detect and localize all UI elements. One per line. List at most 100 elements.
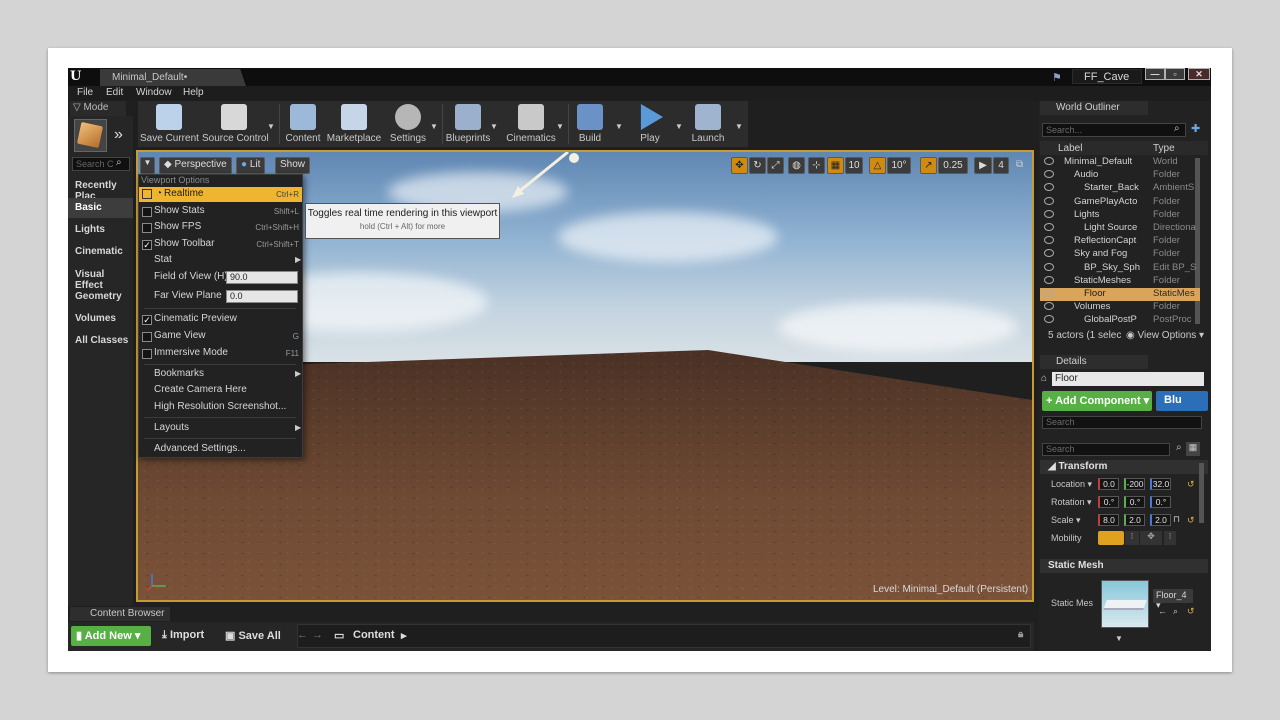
settings-dropdown-icon[interactable]: ▼ xyxy=(430,122,438,131)
mode-category-recent[interactable]: Recently Plac xyxy=(68,176,133,202)
hires-screenshot-option[interactable]: High Resolution Screenshot... xyxy=(139,400,302,415)
surface-snap-icon[interactable]: ⊹ xyxy=(808,157,825,174)
realtime-checkbox[interactable] xyxy=(142,189,152,199)
details-scrollbar[interactable] xyxy=(1199,463,1204,523)
play-button[interactable]: Play xyxy=(632,102,668,146)
scale-snap-icon[interactable]: ↗ xyxy=(920,157,937,174)
build-button[interactable]: Build xyxy=(571,102,609,146)
content-button[interactable]: Content xyxy=(282,102,324,146)
scale-y-field[interactable]: 2.0 xyxy=(1124,514,1145,526)
document-tab[interactable]: Minimal_Default• xyxy=(100,69,246,86)
type-column-header[interactable]: Type xyxy=(1153,143,1175,154)
rotation-y-field[interactable]: 0.° xyxy=(1124,496,1145,508)
outliner-row[interactable]: StaticMeshes Folder xyxy=(1040,275,1200,288)
viewport-options-button[interactable]: ▼ xyxy=(140,157,155,174)
save-all-button[interactable]: ▣ Save All xyxy=(225,629,281,642)
back-arrow-icon[interactable]: ← xyxy=(297,629,308,641)
visibility-eye-icon[interactable] xyxy=(1044,170,1054,179)
location-z-field[interactable]: 32.0 xyxy=(1150,478,1171,490)
outliner-row[interactable]: Floor StaticMes xyxy=(1040,288,1200,301)
mobility-movable-button[interactable]: ✥ xyxy=(1140,531,1162,545)
mode-category-lights[interactable]: Lights xyxy=(68,220,133,240)
more-modes-icon[interactable]: » xyxy=(114,126,123,144)
visibility-eye-icon[interactable] xyxy=(1044,209,1054,218)
bookmarks-submenu[interactable]: Bookmarks xyxy=(139,367,302,382)
create-camera-option[interactable]: Create Camera Here xyxy=(139,383,302,398)
mobility-static-button[interactable] xyxy=(1098,531,1124,545)
create-folder-icon[interactable]: ✚ xyxy=(1191,122,1200,135)
rotation-x-field[interactable]: 0.° xyxy=(1098,496,1119,508)
game-view-checkbox[interactable] xyxy=(142,332,152,342)
visibility-eye-icon[interactable] xyxy=(1044,183,1054,192)
reset-location-icon[interactable]: ↺ xyxy=(1187,479,1195,490)
visibility-eye-icon[interactable] xyxy=(1044,157,1054,165)
show-button[interactable]: Show xyxy=(275,157,311,174)
visibility-eye-icon[interactable] xyxy=(1044,236,1054,245)
mobility-more-button[interactable]: ⁝ xyxy=(1164,531,1176,545)
world-outliner-tab[interactable]: World Outliner xyxy=(1040,101,1148,115)
details-search-input[interactable]: Search xyxy=(1042,443,1170,456)
add-new-button[interactable]: ▮ Add New ▾ xyxy=(71,626,151,646)
visibility-eye-icon[interactable] xyxy=(1044,302,1054,311)
reset-mesh-icon[interactable]: ↺ xyxy=(1187,606,1195,617)
outliner-row[interactable]: GlobalPostP PostProc xyxy=(1040,314,1200,327)
outliner-row[interactable]: Light Source Directiona xyxy=(1040,222,1200,235)
far-plane-input[interactable]: 0.0 xyxy=(226,290,298,303)
scale-x-field[interactable]: 8.0 xyxy=(1098,514,1119,526)
visibility-eye-icon[interactable] xyxy=(1044,262,1054,271)
outliner-row[interactable]: Starter_Back AmbientS xyxy=(1040,182,1200,195)
rotate-tool-icon[interactable]: ↻ xyxy=(749,157,766,174)
camera-speed-value[interactable]: 4 xyxy=(993,157,1009,174)
view-options-button[interactable]: ◉ View Options ▾ xyxy=(1126,330,1204,341)
mode-category-visual-effects[interactable]: Visual Effect xyxy=(68,265,133,291)
location-y-field[interactable]: -200 xyxy=(1124,478,1145,490)
play-dropdown-icon[interactable]: ▼ xyxy=(675,122,683,131)
mode-category-geometry[interactable]: Geometry xyxy=(68,287,133,307)
source-control-button[interactable]: Source Control xyxy=(202,102,269,146)
visibility-eye-icon[interactable] xyxy=(1044,289,1054,297)
save-current-button[interactable]: Save Current xyxy=(140,102,199,146)
cinematic-preview-checkbox[interactable]: ✓ xyxy=(142,315,152,325)
rotation-z-field[interactable]: 0.° xyxy=(1150,496,1171,508)
view-mode-button[interactable]: ● Lit xyxy=(236,157,266,174)
visibility-eye-icon[interactable] xyxy=(1044,196,1054,205)
mode-category-all-classes[interactable]: All Classes xyxy=(68,331,133,351)
minimize-button[interactable]: — xyxy=(1145,68,1165,80)
visibility-eye-icon[interactable] xyxy=(1044,315,1054,324)
scale-lock-icon[interactable]: ⊓ xyxy=(1173,514,1180,525)
build-dropdown-icon[interactable]: ▼ xyxy=(615,122,623,131)
component-search-input[interactable]: Search xyxy=(1042,416,1202,429)
menu-edit[interactable]: Edit xyxy=(106,87,123,100)
label-column-header[interactable]: Label xyxy=(1058,143,1082,154)
blueprints-button[interactable]: Blueprints xyxy=(444,102,492,146)
visibility-eye-icon[interactable] xyxy=(1044,275,1054,284)
cinematics-button[interactable]: Cinematics xyxy=(505,102,557,146)
forward-arrow-icon[interactable]: → xyxy=(312,629,323,641)
menu-file[interactable]: File xyxy=(77,87,93,100)
modes-tab[interactable]: ▽ Mode xyxy=(70,101,126,116)
content-browser-tab[interactable]: Content Browser xyxy=(70,607,170,621)
maximize-viewport-icon[interactable]: ⧉ xyxy=(1016,159,1023,170)
visibility-eye-icon[interactable] xyxy=(1044,249,1054,258)
use-selected-icon[interactable]: ← xyxy=(1158,606,1167,616)
import-button[interactable]: ⤓ Import xyxy=(162,629,204,642)
mesh-name-dropdown[interactable]: Floor_4 ▾ xyxy=(1153,589,1193,610)
lock-icon[interactable]: 🔒︎ xyxy=(1018,629,1023,640)
content-path-label[interactable]: Content xyxy=(353,629,395,641)
perspective-button[interactable]: ◆ Perspective xyxy=(159,157,232,174)
cinematic-preview-option[interactable]: Cinematic Preview xyxy=(139,312,302,327)
source-control-dropdown-icon[interactable]: ▼ xyxy=(267,122,275,131)
transform-section[interactable]: ◢ Transform xyxy=(1040,460,1208,474)
outliner-row[interactable]: Audio Folder xyxy=(1040,169,1200,182)
show-fps-checkbox[interactable] xyxy=(142,223,152,233)
launch-button[interactable]: Launch xyxy=(688,102,728,146)
translate-tool-icon[interactable]: ✥ xyxy=(731,157,748,174)
menu-help[interactable]: Help xyxy=(183,87,204,100)
add-component-button[interactable]: + Add Component ▾ xyxy=(1042,391,1152,411)
rotation-snap-icon[interactable]: △ xyxy=(869,157,886,174)
outliner-row[interactable]: BP_Sky_Sph Edit BP_S xyxy=(1040,262,1200,275)
stat-submenu[interactable]: Stat xyxy=(139,253,302,268)
outliner-search-input[interactable]: Search... xyxy=(1042,123,1186,137)
settings-button[interactable]: Settings xyxy=(387,102,429,146)
close-button[interactable]: ✕ xyxy=(1188,68,1210,80)
